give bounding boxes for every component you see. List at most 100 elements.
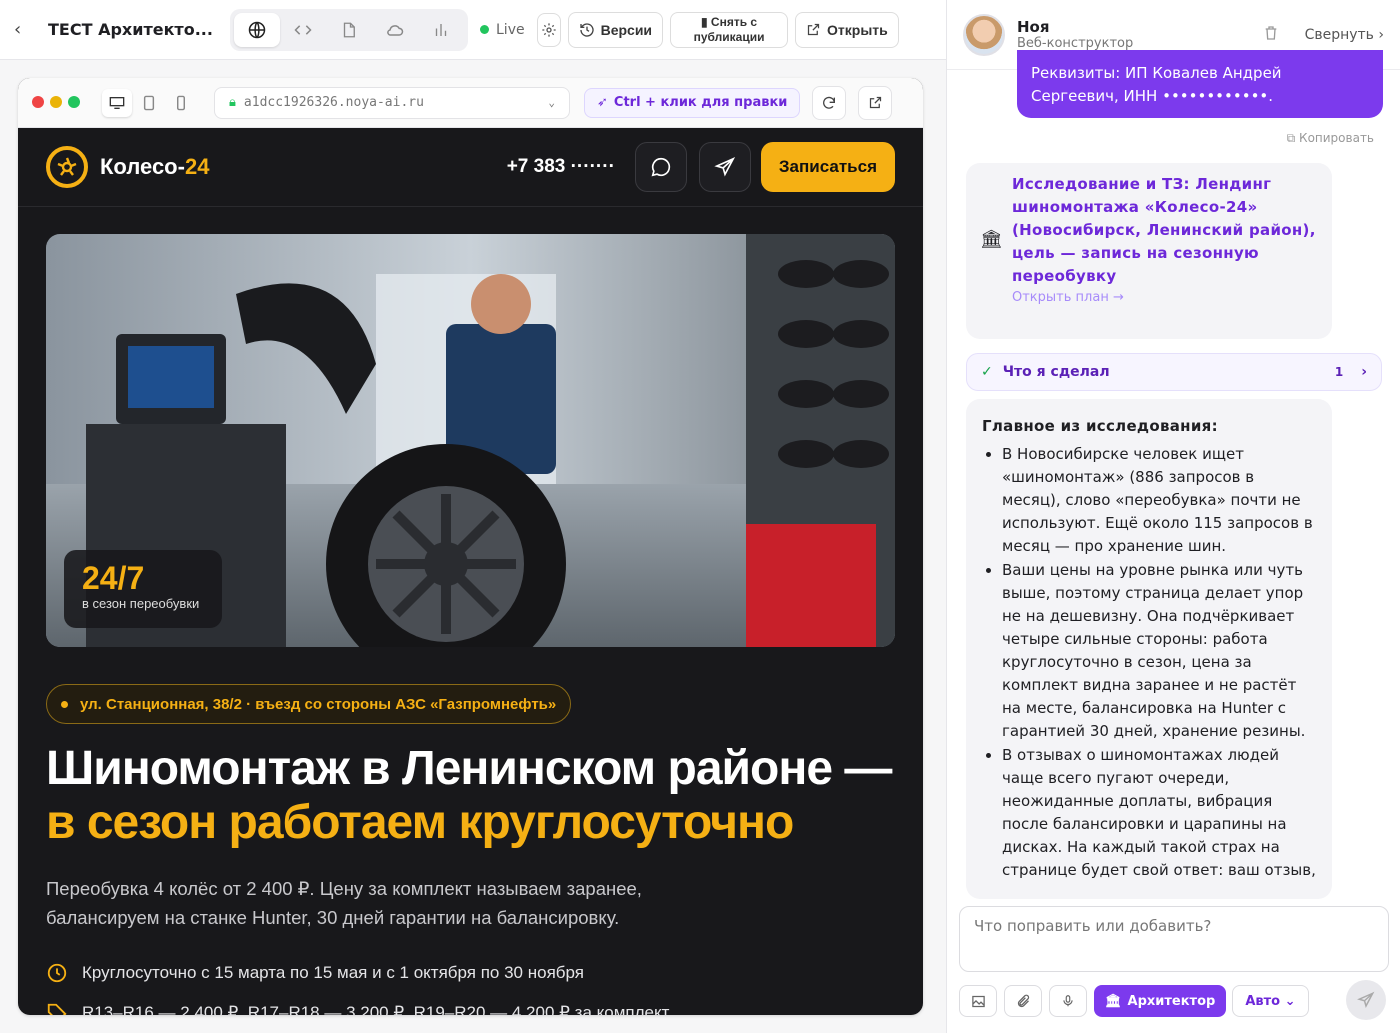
plan-title: Исследование и ТЗ: Лендинг шиномонтажа «…	[1012, 175, 1316, 285]
window-dots	[32, 93, 86, 112]
what-i-did-row[interactable]: ✓ Что я сделал 1 ›	[966, 353, 1382, 391]
url-field[interactable]: 🔒︎ a1dcc1926326.noya-ai.ru ⌄	[214, 86, 570, 119]
external-link-icon	[807, 23, 820, 36]
user-message: Реквизиты: ИП Ковалев Андрей Сергеевич, …	[1017, 50, 1383, 118]
copy-icon: ⧉	[1286, 131, 1296, 145]
trash-icon[interactable]	[1263, 24, 1279, 46]
back-icon[interactable]: ‹	[14, 19, 36, 40]
feature-hours: Круглосуточно с 15 марта по 15 мая и с 1…	[46, 962, 584, 984]
desktop-icon[interactable]	[102, 88, 132, 117]
project-title: ТЕСТ Архитекто...	[48, 20, 213, 39]
assistant-name: Ноя	[1017, 18, 1050, 36]
live-dot	[480, 25, 489, 34]
live-label: Live	[496, 21, 525, 38]
site-logo-text[interactable]: Колесо-24	[100, 154, 209, 180]
url-text: a1dcc1926326.noya-ai.ru	[243, 95, 424, 110]
refresh-icon[interactable]	[812, 85, 847, 120]
history-icon	[579, 22, 594, 37]
landing-page: Колесо-24 +7 383 ······· Записаться 24/7…	[18, 128, 923, 1015]
what-i-did-label: Что я сделал	[1002, 364, 1110, 380]
open-plan-link[interactable]: Открыть план →	[1012, 290, 1316, 305]
file-icon[interactable]	[326, 13, 372, 47]
phone-icon[interactable]	[166, 89, 196, 117]
maximize-dot	[68, 96, 80, 108]
address-dot	[61, 700, 68, 708]
edit-hint-button[interactable]: ➶ Ctrl + клик для правки	[584, 87, 801, 118]
unpublish-label: ▮ Снять с публикации	[693, 14, 765, 44]
paperclip-icon[interactable]	[1004, 985, 1042, 1017]
site-preview: 🔒︎ a1dcc1926326.noya-ai.ru ⌄ ➶ Ctrl + клик …	[18, 78, 923, 1015]
versions-label: Версии	[600, 21, 653, 38]
address-pill: ул. Станционная, 38/2 · въезд со стороны…	[46, 684, 572, 724]
copy-button[interactable]: ⧉ Копировать	[1287, 131, 1374, 146]
send-icon[interactable]	[1346, 980, 1386, 1020]
gear-icon[interactable]	[536, 12, 561, 47]
bank-icon: 🏛︎	[980, 229, 1003, 250]
feature-prices: R13–R16 — 2 400 ₽, R17–R18 — 3 200 ₽, R1…	[46, 1002, 669, 1015]
assistant-identity: Ноя Веб-конструктор	[1017, 18, 1133, 51]
address-text: ул. Станционная, 38/2 · въезд со стороны…	[80, 695, 557, 713]
badge-caption: в сезон переобувки	[82, 596, 200, 611]
minimize-dot	[50, 96, 62, 108]
chevron-right-icon: ›	[1361, 364, 1367, 380]
chart-icon[interactable]	[418, 13, 464, 47]
chevron-down-icon[interactable]: ⌄	[548, 96, 555, 109]
what-i-did-count: 1	[1334, 365, 1344, 379]
lock-icon: 🔒︎	[229, 95, 236, 110]
tag-icon	[47, 1003, 67, 1015]
feature-prices-text: R13–R16 — 2 400 ₽, R17–R18 — 3 200 ₽, R1…	[82, 1003, 670, 1015]
hero-image: 24/7 в сезон переобувки	[46, 234, 895, 647]
tablet-icon[interactable]	[134, 89, 164, 117]
architect-mode-button[interactable]: 🏛︎ Архитектор	[1094, 985, 1227, 1017]
live-status: Live	[480, 22, 525, 38]
microphone-icon[interactable]	[1049, 985, 1087, 1017]
hours-badge: 24/7 в сезон переобувки	[64, 550, 222, 628]
research-list: В Новосибирске человек ищет «шиномонтаж»…	[982, 443, 1316, 882]
assistant-role: Веб-конструктор	[1017, 36, 1134, 51]
cloud-icon[interactable]	[372, 13, 418, 47]
versions-button[interactable]: Версии	[567, 11, 664, 48]
collapse-button[interactable]: Свернуть ›	[1305, 27, 1384, 43]
chevron-right-icon: ›	[1378, 26, 1384, 43]
signup-button[interactable]: Записаться	[760, 142, 895, 192]
chat-bubble-icon[interactable]	[634, 142, 687, 192]
device-switcher	[102, 88, 198, 117]
feature-hours-text: Круглосуточно с 15 марта по 15 мая и с 1…	[82, 963, 584, 982]
edit-hint-label: Ctrl + клик для правки	[613, 95, 788, 110]
top-bar: ‹ ТЕСТ Архитекто... Live Версии ▮ Снять …	[0, 0, 946, 60]
close-dot	[32, 96, 44, 108]
globe-icon[interactable]	[234, 12, 280, 47]
composer-toolbar: 🏛︎ Архитектор Авто ⌄	[959, 985, 1309, 1017]
telegram-icon[interactable]	[698, 142, 751, 192]
logo-accent: 24	[184, 154, 210, 179]
headline-accent: в сезон работаем круглосуточно	[46, 796, 794, 849]
site-header: Колесо-24 +7 383 ······· Записаться	[18, 128, 923, 207]
architect-label: Архитектор	[1127, 993, 1216, 1009]
cursor-icon: ➶	[597, 95, 608, 110]
image-icon[interactable]	[959, 985, 997, 1017]
auto-mode-select[interactable]: Авто ⌄	[1232, 985, 1309, 1017]
view-switcher	[230, 8, 468, 51]
open-label: Открыть	[827, 21, 888, 38]
research-heading: Главное из исследования:	[982, 417, 1218, 435]
headline-main: Шиномонтаж в Ленинском районе —	[46, 742, 892, 795]
plan-card[interactable]: 🏛︎ Исследование и ТЗ: Лендинг шиномонтаж…	[966, 163, 1332, 339]
check-icon: ✓	[981, 364, 993, 380]
logo-main: Колесо-	[100, 154, 185, 179]
open-button[interactable]: Открыть	[795, 11, 899, 48]
list-item: Ваши цены на уровне рынка или чуть выше,…	[1002, 559, 1316, 743]
external-link-icon[interactable]	[858, 85, 893, 120]
page-headline: Шиномонтаж в Ленинском районе — в сезон …	[46, 742, 906, 850]
chat-panel: Ноя Веб-конструктор Свернуть › Реквизиты…	[946, 0, 1400, 1033]
browser-bar: 🔒︎ a1dcc1926326.noya-ai.ru ⌄ ➶ Ctrl + клик …	[18, 78, 923, 128]
wheel-logo-icon	[46, 146, 88, 188]
badge-number: 24/7	[82, 560, 145, 596]
phone-number[interactable]: +7 383 ·······	[507, 156, 615, 178]
code-icon[interactable]	[280, 13, 326, 47]
list-item: В отзывах о шиномонтажах людей чаще всег…	[1002, 744, 1316, 882]
unpublish-button[interactable]: ▮ Снять с публикации	[670, 11, 789, 48]
message-input[interactable]: Что поправить или добавить?	[959, 906, 1389, 972]
avatar	[963, 13, 1005, 56]
collapse-label: Свернуть	[1304, 26, 1374, 43]
research-summary: Главное из исследования: В Новосибирске …	[966, 399, 1332, 899]
